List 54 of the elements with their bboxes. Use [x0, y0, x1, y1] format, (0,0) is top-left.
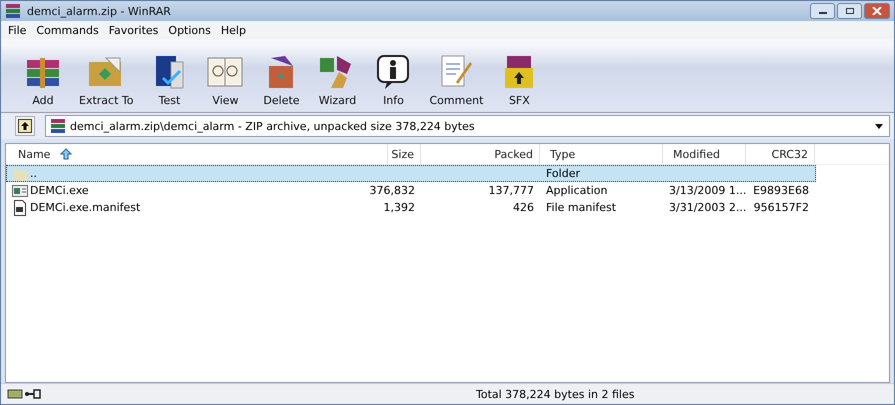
menu-item[interactable]: Commands: [31, 24, 104, 36]
toolbar-button[interactable]: View: [197, 52, 254, 107]
file-row[interactable]: DEMCi.exe.manifest 1,392 426 File manifest 3/31/2003 2... 956157F2: [6, 199, 816, 216]
table-cell: 3/31/2003 2...: [669, 201, 746, 214]
toolbar-button[interactable]: Info: [365, 52, 422, 107]
close-button[interactable]: [864, 3, 890, 19]
file-row[interactable]: .. Folder: [6, 165, 816, 182]
window-title: demci_alarm.zip - WinRAR: [27, 4, 171, 18]
up-arrow-icon: [18, 119, 32, 133]
toolbar-button[interactable]: Wizard: [309, 52, 366, 107]
toolbar-button[interactable]: SFX: [491, 52, 548, 107]
dropdown-caret-icon[interactable]: [875, 124, 883, 128]
file-row[interactable]: DEMCi.exe 376,832 137,777 Application 3/13/2009 1... E9893E68: [6, 182, 816, 199]
table-cell: Application: [546, 184, 608, 197]
column-header[interactable]: CRC32: [746, 144, 815, 164]
up-folder-button[interactable]: [15, 116, 35, 136]
minimize-button[interactable]: [810, 3, 835, 19]
table-cell: DEMCi.exe.manifest: [30, 201, 140, 214]
books-icon: [50, 118, 66, 134]
status-text: Total 378,224 bytes in 2 files: [476, 388, 634, 400]
toolbar-button[interactable]: Add: [15, 52, 71, 107]
table-cell: Folder: [546, 167, 580, 180]
table-cell: 1,392: [384, 201, 415, 214]
drive-key-icon: [7, 388, 43, 400]
menu-item[interactable]: File: [3, 24, 32, 36]
toolbar-button[interactable]: Extract To: [71, 52, 142, 107]
toolbar-button[interactable]: Delete: [253, 52, 310, 107]
column-header[interactable]: Size: [388, 144, 421, 164]
table-cell: 426: [513, 201, 534, 214]
books-icon: [5, 3, 21, 19]
menu-item[interactable]: Favorites: [104, 24, 164, 36]
sort-arrow-icon: [60, 148, 72, 160]
toolbar-button[interactable]: Comment: [421, 52, 492, 107]
column-header[interactable]: Packed: [421, 144, 540, 164]
maximize-button[interactable]: [837, 3, 862, 19]
menu-item[interactable]: Help: [216, 24, 251, 36]
table-cell: 376,832: [370, 184, 415, 197]
table-cell: DEMCi.exe: [30, 184, 89, 197]
table-cell: 3/13/2009 1...: [669, 184, 746, 197]
menu-item[interactable]: Options: [163, 24, 216, 36]
column-header[interactable]: Name: [8, 144, 388, 164]
table-cell: ..: [30, 167, 37, 180]
address-field[interactable]: demci_alarm.zip\demci_alarm - ZIP archive, unpacked size 378,224 bytes: [45, 115, 890, 137]
table-cell: File manifest: [546, 201, 616, 214]
table-cell: E9893E68: [753, 184, 809, 197]
table-cell: 956157F2: [754, 201, 809, 214]
column-header[interactable]: Modified: [663, 144, 746, 164]
column-header[interactable]: Type: [540, 144, 663, 164]
table-cell: 137,777: [488, 184, 534, 197]
program-icon: [12, 182, 28, 198]
close-icon: [872, 7, 882, 15]
document-icon: [12, 200, 28, 216]
maximize-icon: [844, 7, 854, 15]
toolbar-button[interactable]: Test: [141, 52, 198, 107]
